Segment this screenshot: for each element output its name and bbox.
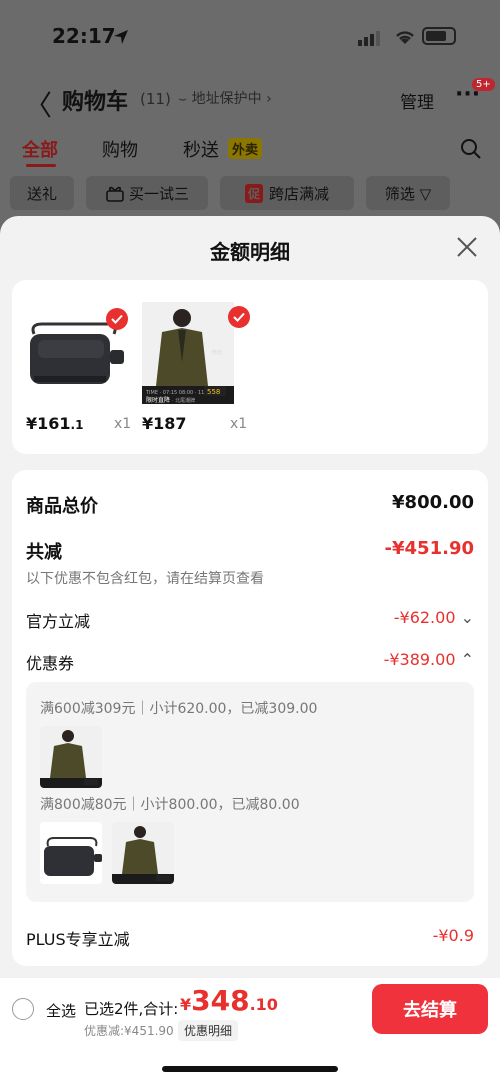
coat-thumb-image [112, 822, 174, 884]
official-value: -¥62.00 ⌄ [394, 608, 474, 627]
price-dec: .1 [70, 418, 84, 432]
chevron-down-icon: ⌄ [460, 608, 474, 627]
discount-detail-button[interactable]: 优惠明细 [178, 1020, 239, 1041]
takeout-tag: 外卖 [228, 138, 263, 159]
chip-try[interactable]: 买一试三 [86, 176, 208, 210]
amount-detail-sheet: 金额明细 ¥161.1 x1 TIME · 07:15 08:00 · 11:2… [0, 216, 500, 1083]
total-price: ¥348.10 [180, 984, 278, 1017]
selected-check-icon[interactable] [228, 306, 250, 328]
coupon-detail-box: 满600减309元｜小计620.00，已减309.00 满800减80元｜小计8… [26, 682, 474, 902]
select-all-radio[interactable] [12, 998, 34, 1020]
page-title: 购物车 [62, 90, 129, 115]
coat-banner: 限时直降 [146, 396, 170, 404]
product-qty: x1 [230, 416, 248, 432]
coat-banner-sub: · 北尾潮牌 [172, 397, 195, 404]
chip-label: 跨店满减 [269, 184, 330, 203]
product-price: ¥187 [142, 414, 187, 433]
total-value: ¥800.00 [392, 492, 474, 513]
price-int: ¥187 [142, 414, 187, 433]
cart-count: (11) [140, 90, 171, 108]
product-price: ¥161.1 [26, 414, 83, 433]
price-detail-card: 商品总价 ¥800.00 共减 -¥451.90 以下优惠不包含红包，请在结算页… [12, 470, 488, 966]
status-time: 22:17 [52, 24, 116, 48]
coupon-label: 优惠券 [26, 654, 75, 673]
sheet-title: 金额明细 [210, 240, 290, 264]
chip-cross-store[interactable]: 促 跨店满减 [220, 176, 354, 210]
cart-tabs: 全部 购物 秒送 外卖 [0, 126, 500, 170]
filter-chips: 送礼 买一试三 促 跨店满减 筛选 ▽ [0, 174, 500, 214]
product-summary-card: ¥161.1 x1 TIME · 07:15 08:00 · 11:20 558… [12, 280, 488, 454]
chevron-up-icon: ⌃ [460, 650, 474, 669]
status-bar: 22:17 [0, 0, 500, 70]
price-int: ¥161 [26, 414, 71, 433]
coupon-line: 满600减309元｜小计620.00，已减309.00 [40, 701, 318, 717]
coupon-line: 满800减80元｜小计800.00，已减80.00 [40, 797, 300, 813]
location-arrow-icon [114, 30, 128, 44]
selected-check-icon[interactable] [106, 308, 128, 330]
search-icon[interactable] [460, 138, 482, 160]
total-dec: .10 [249, 995, 278, 1014]
gift-box-icon [106, 186, 124, 202]
tab-express[interactable]: 秒送 [183, 136, 219, 162]
battery-icon [422, 27, 456, 45]
plus-value: -¥0.9 [432, 926, 474, 945]
close-icon[interactable] [456, 236, 478, 258]
home-indicator [162, 1066, 338, 1072]
product-qty: x1 [114, 416, 132, 432]
chip-label: 筛选 ▽ [384, 184, 432, 203]
address-protect-link[interactable]: ⌣ 地址保护中 › [178, 88, 272, 108]
bag-thumb-image [40, 822, 102, 884]
coupon-amount: -¥389.00 [383, 650, 456, 669]
total-yen: ¥ [180, 995, 192, 1014]
reduce-value: -¥451.90 [384, 538, 474, 559]
coat-thumb-image [40, 726, 102, 788]
message-badge: 5+ [472, 78, 495, 91]
wifi-icon [396, 31, 414, 44]
coupon-value: -¥389.00 ⌃ [384, 650, 474, 669]
official-amount: -¥62.00 [393, 608, 456, 627]
coupon-thumb-bag [40, 822, 102, 884]
chip-filter[interactable]: 筛选 ▽ [366, 176, 450, 210]
coat-side-text: 精选 [212, 349, 222, 356]
chip-gift[interactable]: 送礼 [10, 176, 74, 210]
signal-icon [358, 31, 380, 46]
promo-tag: 促 [244, 183, 263, 203]
chip-label: 买一试三 [128, 184, 189, 203]
checkout-button[interactable]: 去结算 [372, 984, 488, 1034]
checkout-label: 去结算 [403, 1000, 457, 1021]
checkout-bar: 全选 已选2件,合计: ¥348.10 优惠减:¥451.90 优惠明细 去结算 [0, 978, 500, 1083]
back-button[interactable]: 〈 [24, 84, 52, 124]
tab-all[interactable]: 全部 [22, 136, 58, 162]
tab-underline [26, 164, 56, 167]
product-image-bag[interactable] [24, 300, 128, 400]
select-all-label[interactable]: 全选 [46, 1000, 76, 1021]
manage-button[interactable]: 管理 [400, 88, 434, 113]
chip-label: 送礼 [26, 184, 57, 203]
cart-header: 〈 购物车 (11) ⌣ 地址保护中 › 管理 ··· 5+ [0, 70, 500, 126]
reduce-label: 共减 [26, 542, 62, 563]
total-int: 348 [191, 984, 250, 1017]
total-label: 商品总价 [26, 496, 98, 517]
selected-summary: 已选2件,合计: [84, 1000, 179, 1018]
discount-summary: 优惠减:¥451.90 [84, 1024, 174, 1038]
coat-price-tag: 558 [207, 388, 220, 396]
official-label: 官方立减 [26, 612, 91, 631]
tab-shopping[interactable]: 购物 [102, 136, 138, 162]
plus-label: PLUS专享立减 [26, 930, 130, 949]
product-image-coat[interactable]: TIME · 07:15 08:00 · 11:20 558 限时直降 · 北尾… [142, 302, 250, 404]
reduce-note: 以下优惠不包含红包，请在结算页查看 [26, 571, 264, 587]
coat-image: TIME · 07:15 08:00 · 11:20 558 限时直降 · 北尾… [142, 302, 234, 404]
coupon-thumb-coat [40, 726, 102, 788]
coupon-thumb-coat [112, 822, 174, 884]
